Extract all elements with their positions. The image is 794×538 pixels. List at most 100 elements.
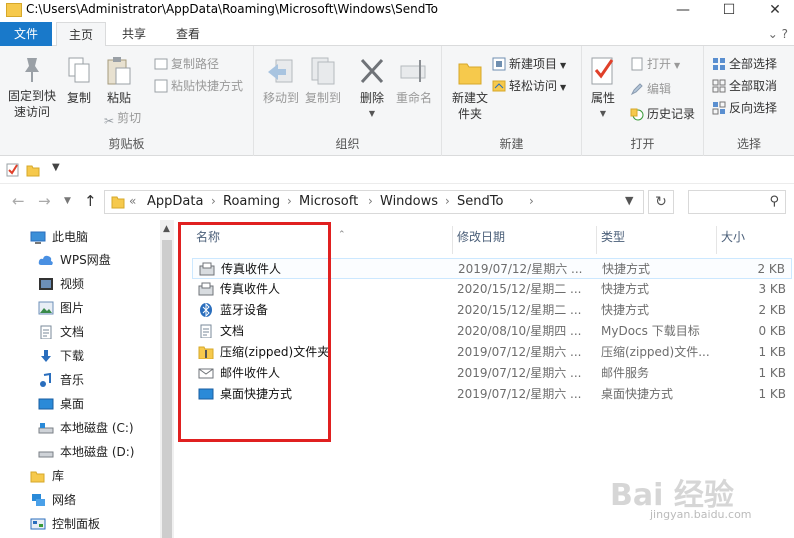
delete-dropdown-icon: ▼ xyxy=(368,109,376,118)
new-item-button[interactable]: 新建项目 ▼ xyxy=(492,56,566,74)
properties-button[interactable]: 属性 ▼ xyxy=(586,56,620,122)
sidebar-item-downloads[interactable]: 下载 xyxy=(38,345,84,367)
select-none-icon xyxy=(712,79,726,93)
breadcrumb-microsoft[interactable]: Microsoft xyxy=(299,194,358,209)
sidebar-item-network[interactable]: 网络 xyxy=(30,489,76,511)
copy-to-icon xyxy=(311,57,335,85)
edit-button[interactable]: 编辑 xyxy=(630,81,671,97)
file-date: 2020/08/10/星期四 ... xyxy=(457,324,582,338)
sidebar-item-libraries[interactable]: 库 xyxy=(30,465,64,487)
ribbon-expand-help[interactable]: ⌄ ? xyxy=(768,27,788,41)
pin-quick-access-button[interactable]: 固定到快速访问 xyxy=(4,56,60,120)
scissors-icon: ✂ xyxy=(104,114,115,128)
rename-button[interactable]: 重命名 xyxy=(392,56,436,106)
copy-path-icon xyxy=(154,58,168,70)
select-none-button[interactable]: 全部取消 xyxy=(712,78,777,94)
sidebar-item-drive-d[interactable]: 本地磁盘 (D:) xyxy=(38,441,134,463)
sidebar-item-wps-cloud[interactable]: WPS网盘 xyxy=(38,249,111,271)
sidebar-item-desktop[interactable]: 桌面 xyxy=(38,393,84,415)
tab-home[interactable]: 主页 xyxy=(56,22,106,47)
clipboard-group-label: 剪贴板 xyxy=(108,137,145,151)
music-icon xyxy=(40,373,51,387)
tab-share[interactable]: 共享 xyxy=(110,22,158,46)
select-all-button[interactable]: 全部选择 xyxy=(712,56,777,72)
tab-view[interactable]: 查看 xyxy=(164,22,212,46)
sidebar-item-label: 本地磁盘 (D:) xyxy=(60,445,135,459)
tab-file[interactable]: 文件 xyxy=(0,22,52,46)
sidebar-item-label: 图片 xyxy=(60,301,85,315)
invert-selection-label: 反向选择 xyxy=(729,101,778,115)
paste-shortcut-label: 粘贴快捷方式 xyxy=(171,79,244,93)
file-type: 邮件服务 xyxy=(601,366,650,380)
overflow-chevron[interactable]: « xyxy=(129,194,136,208)
new-item-icon xyxy=(492,57,506,71)
recent-locations-icon[interactable]: ▼ xyxy=(64,196,71,206)
close-button[interactable]: ✕ xyxy=(752,0,794,22)
paste-shortcut-button[interactable]: 粘贴快捷方式 xyxy=(154,78,243,94)
properties-checkmark-icon xyxy=(591,57,614,85)
history-icon xyxy=(630,108,644,121)
minimize-button[interactable]: — xyxy=(660,0,706,22)
column-divider[interactable] xyxy=(716,226,717,254)
copy-to-button[interactable]: 复制到 xyxy=(302,56,344,106)
column-divider[interactable] xyxy=(596,226,597,254)
address-bar[interactable]: « AppData › Roaming › Microsoft › Window… xyxy=(104,190,644,214)
column-header-type[interactable]: 类型 xyxy=(601,220,715,254)
new-group-label: 新建 xyxy=(499,137,524,151)
paste-button[interactable]: 粘贴 xyxy=(102,56,136,106)
navigation-bar: ← → ▼ ↑ « AppData › Roaming › Microsoft … xyxy=(0,184,794,220)
sidebar-item-music[interactable]: 音乐 xyxy=(38,369,84,391)
window-title: C:\Users\Administrator\AppData\Roaming\M… xyxy=(26,2,438,16)
open-button[interactable]: 打开 ▼ xyxy=(630,56,680,74)
edit-label: 编辑 xyxy=(647,82,672,96)
new-folder-icon[interactable] xyxy=(26,163,40,177)
invert-selection-button[interactable]: 反向选择 xyxy=(712,100,777,116)
file-date: 2019/07/12/星期六 ... xyxy=(458,262,583,276)
scroll-up-icon[interactable]: ▲ xyxy=(163,224,170,234)
scrollbar-thumb[interactable] xyxy=(162,240,172,538)
forward-arrow-icon[interactable]: → xyxy=(38,192,51,210)
address-history-dropdown-icon[interactable]: ▼ xyxy=(625,194,633,207)
sidebar-item-drive-c[interactable]: 本地磁盘 (C:) xyxy=(38,417,134,439)
pin-icon xyxy=(25,58,39,82)
sidebar-item-videos[interactable]: 视频 xyxy=(38,273,84,295)
sidebar-item-documents[interactable]: 文档 xyxy=(38,321,84,343)
breadcrumb-windows[interactable]: Windows xyxy=(380,194,438,209)
breadcrumb-separator-icon: › xyxy=(211,194,216,208)
refresh-button[interactable]: ↻ xyxy=(648,190,674,214)
copy-path-button[interactable]: 复制路径 xyxy=(154,56,219,72)
sidebar-scrollbar[interactable]: ▲ xyxy=(160,220,174,538)
customize-toolbar-dropdown-icon[interactable]: ▼ xyxy=(52,162,60,173)
rename-label: 重命名 xyxy=(395,91,432,105)
maximize-button[interactable]: ☐ xyxy=(706,0,752,22)
sidebar-item-this-pc[interactable]: 此电脑 xyxy=(30,226,88,248)
file-size: 0 KB xyxy=(758,324,786,338)
history-button[interactable]: 历史记录 xyxy=(630,106,695,122)
easy-access-button[interactable]: 轻松访问 ▼ xyxy=(492,78,566,96)
back-arrow-icon[interactable]: ← xyxy=(12,192,25,210)
move-to-button[interactable]: 移动到 xyxy=(260,56,302,106)
drive-icon xyxy=(38,423,54,434)
edit-pencil-icon xyxy=(630,83,643,96)
delete-button[interactable]: 删除 ▼ xyxy=(354,56,390,122)
breadcrumb-separator-icon: › xyxy=(445,194,450,208)
column-header-date[interactable]: 修改日期 xyxy=(457,220,595,254)
new-folder-button[interactable]: 新建文件夹 xyxy=(448,58,492,122)
sidebar-item-control-panel[interactable]: 控制面板 xyxy=(30,513,100,535)
copy-icon xyxy=(68,57,90,83)
document-icon xyxy=(40,325,52,339)
breadcrumb-sendto[interactable]: SendTo xyxy=(457,194,503,209)
column-divider[interactable] xyxy=(452,226,453,254)
clipboard-group: 固定到快速访问 复制 粘贴 复制路径 粘贴快捷方式 ✂ 剪切 剪贴板 xyxy=(0,46,254,156)
breadcrumb-roaming[interactable]: Roaming xyxy=(223,194,280,209)
open-group-label: 打开 xyxy=(630,137,655,151)
sidebar-item-pictures[interactable]: 图片 xyxy=(38,297,84,319)
column-header-size[interactable]: 大小 xyxy=(721,220,781,254)
search-input[interactable]: ⚲ xyxy=(688,190,786,214)
properties-checkmark-icon[interactable] xyxy=(6,163,20,177)
copy-to-label: 复制到 xyxy=(304,91,341,105)
up-arrow-icon[interactable]: ↑ xyxy=(84,192,97,210)
copy-button[interactable]: 复制 xyxy=(62,56,96,106)
cut-button[interactable]: ✂ 剪切 xyxy=(104,110,141,129)
breadcrumb-appdata[interactable]: AppData xyxy=(147,194,203,209)
